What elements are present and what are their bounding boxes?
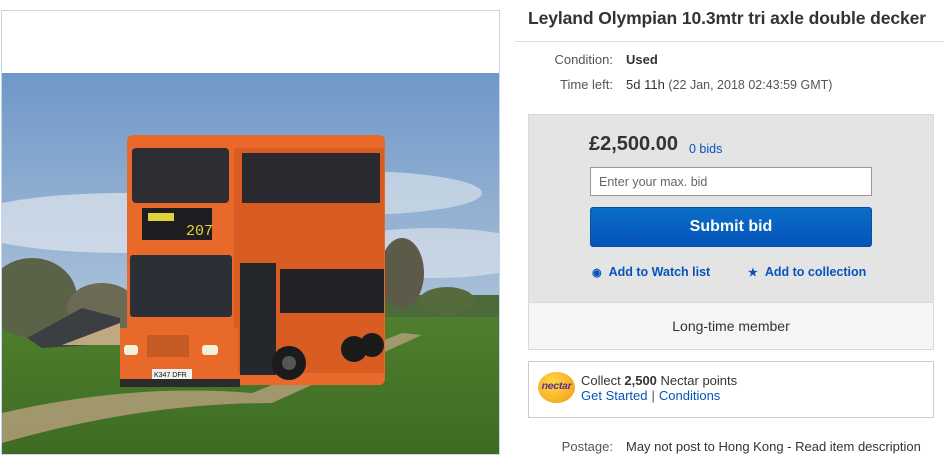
listing-title: Leyland Olympian 10.3mtr tri axle double…: [528, 8, 926, 28]
condition-value: Used: [626, 52, 658, 67]
nectar-logo: nectar: [538, 372, 575, 403]
nectar-points-value: 2,500: [624, 373, 657, 388]
postage-value: May not post to Hong Kong - Read item de…: [626, 439, 921, 454]
get-started-link[interactable]: Get Started: [581, 388, 647, 403]
nectar-points-text: Collect 2,500 Nectar points: [581, 373, 738, 388]
time-left-duration: 5d 11h: [626, 77, 665, 92]
submit-bid-button[interactable]: Submit bid: [590, 207, 872, 247]
item-photo-frame[interactable]: 207 K347 DFR: [1, 10, 500, 455]
condition-label: Condition:: [554, 52, 613, 67]
conditions-link[interactable]: Conditions: [659, 388, 720, 403]
eye-icon: ◉: [592, 267, 602, 279]
nectar-links: Get Started | Conditions: [581, 388, 720, 403]
title-divider: [515, 41, 944, 42]
item-photo[interactable]: 207 K347 DFR: [2, 73, 499, 454]
route-number: 207: [186, 223, 213, 240]
nectar-logo-text: nectar: [541, 380, 572, 392]
time-left-label: Time left:: [560, 77, 613, 92]
add-to-watchlist-label: Add to Watch list: [608, 265, 711, 279]
member-status: Long-time member: [672, 318, 790, 334]
add-to-collection-label: Add to collection: [764, 265, 867, 279]
link-separator: |: [651, 388, 655, 403]
add-to-collection-link[interactable]: ★ Add to collection: [748, 265, 866, 279]
add-to-watchlist-link[interactable]: ◉ Add to Watch list: [592, 265, 710, 279]
bus-plate: K347 DFR: [154, 372, 187, 379]
postage-label: Postage:: [561, 439, 613, 454]
time-left-value: 5d 11h (22 Jan, 2018 02:43:59 GMT): [626, 77, 832, 92]
current-price: £2,500.00: [589, 133, 678, 155]
max-bid-input[interactable]: [590, 167, 872, 196]
time-left-end: (22 Jan, 2018 02:43:59 GMT): [668, 78, 833, 92]
bid-count-link[interactable]: 0 bids: [689, 142, 722, 156]
star-icon: ★: [748, 267, 758, 279]
